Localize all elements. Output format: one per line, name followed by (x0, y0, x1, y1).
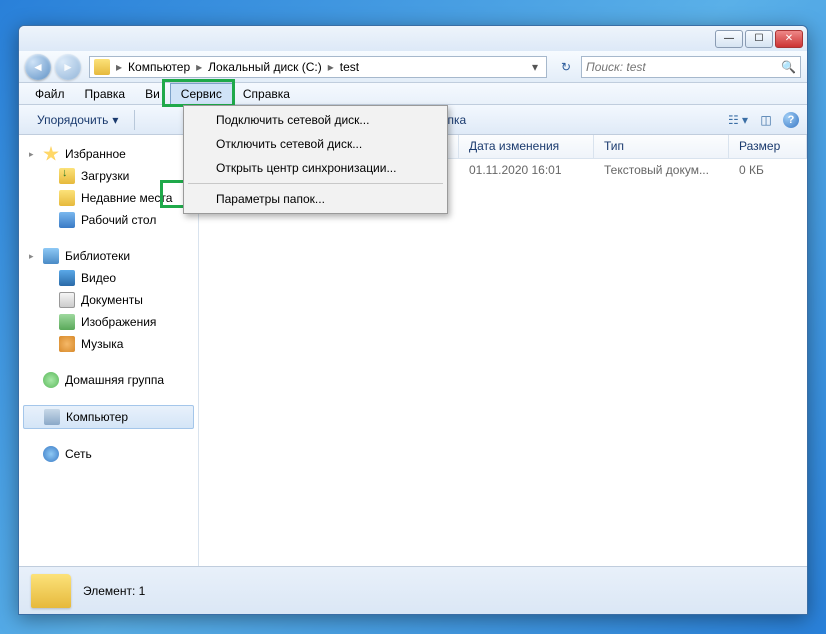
document-icon (59, 292, 75, 308)
status-text: Элемент: 1 (83, 584, 145, 598)
preview-pane-button[interactable]: ◫ (755, 109, 777, 131)
breadcrumb-item[interactable]: Компьютер (124, 60, 194, 74)
collapse-icon: ▸ (29, 251, 34, 262)
breadcrumb-item[interactable]: test (336, 60, 363, 74)
homegroup-icon (43, 372, 59, 388)
file-size: 0 КБ (729, 161, 807, 181)
sidebar-favorites[interactable]: ▸Избранное (19, 143, 198, 165)
navigation-pane: ▸Избранное Загрузки Недавние места Рабоч… (19, 135, 199, 566)
menu-file[interactable]: Файл (25, 83, 75, 104)
view-options-button[interactable]: ☷ ▾ (727, 109, 749, 131)
menu-bar: Файл Правка Ви Сервис Справка (19, 83, 807, 105)
star-icon (43, 146, 59, 162)
search-icon[interactable]: 🔍 (781, 60, 796, 74)
close-button[interactable]: ✕ (775, 30, 803, 48)
column-date[interactable]: Дата изменения (459, 135, 594, 158)
status-bar: Элемент: 1 (19, 566, 807, 614)
sidebar-documents[interactable]: Документы (19, 289, 198, 311)
library-icon (43, 248, 59, 264)
recent-icon (59, 190, 75, 206)
help-icon[interactable]: ? (783, 112, 799, 128)
menu-help[interactable]: Справка (233, 83, 300, 104)
sidebar-pictures[interactable]: Изображения (19, 311, 198, 333)
folder-icon (31, 574, 71, 608)
column-size[interactable]: Размер (729, 135, 807, 158)
column-type[interactable]: Тип (594, 135, 729, 158)
search-input[interactable] (586, 60, 777, 74)
breadcrumb-dropdown[interactable]: ▾ (528, 60, 542, 74)
file-list[interactable]: 01.11.2020 16:01 Текстовый докум... 0 КБ (199, 159, 807, 566)
nav-bar: ◄ ► ▸ Компьютер ▸ Локальный диск (C:) ▸ … (19, 51, 807, 83)
menu-tools[interactable]: Сервис (170, 83, 233, 104)
organize-button[interactable]: Упорядочить ▾ (27, 111, 128, 129)
menu-map-drive[interactable]: Подключить сетевой диск... (186, 108, 445, 132)
separator (134, 110, 135, 130)
refresh-button[interactable]: ↻ (555, 56, 577, 78)
sidebar-computer[interactable]: Компьютер (23, 405, 194, 429)
file-type: Текстовый докум... (594, 161, 729, 181)
menu-view[interactable]: Ви (135, 83, 170, 104)
sidebar-desktop[interactable]: Рабочий стол (19, 209, 198, 231)
menu-sync-center[interactable]: Открыть центр синхронизации... (186, 156, 445, 180)
sidebar-libraries[interactable]: ▸Библиотеки (19, 245, 198, 267)
forward-button[interactable]: ► (55, 54, 81, 80)
image-icon (59, 314, 75, 330)
menu-separator (188, 183, 443, 184)
address-bar[interactable]: ▸ Компьютер ▸ Локальный диск (C:) ▸ test… (89, 56, 547, 78)
breadcrumb-item[interactable]: Локальный диск (C:) (204, 60, 326, 74)
search-box[interactable]: 🔍 (581, 56, 801, 78)
chevron-right-icon: ▸ (196, 60, 202, 74)
file-date: 01.11.2020 16:01 (459, 161, 594, 181)
menu-edit[interactable]: Правка (75, 83, 136, 104)
sidebar-downloads[interactable]: Загрузки (19, 165, 198, 187)
folder-icon (94, 59, 110, 75)
collapse-icon: ▸ (29, 149, 34, 160)
chevron-right-icon: ▸ (328, 60, 334, 74)
sidebar-homegroup[interactable]: Домашняя группа (19, 369, 198, 391)
downloads-icon (59, 168, 75, 184)
back-button[interactable]: ◄ (25, 54, 51, 80)
sidebar-videos[interactable]: Видео (19, 267, 198, 289)
desktop-icon (59, 212, 75, 228)
menu-folder-options[interactable]: Параметры папок... (186, 187, 445, 211)
sidebar-network[interactable]: Сеть (19, 443, 198, 465)
titlebar: — ☐ ✕ (19, 26, 807, 51)
computer-icon (44, 409, 60, 425)
music-icon (59, 336, 75, 352)
sidebar-music[interactable]: Музыка (19, 333, 198, 355)
tools-dropdown: Подключить сетевой диск... Отключить сет… (183, 105, 448, 214)
minimize-button[interactable]: — (715, 30, 743, 48)
chevron-down-icon: ▾ (112, 113, 118, 127)
chevron-right-icon: ▸ (116, 60, 122, 74)
network-icon (43, 446, 59, 462)
menu-disconnect-drive[interactable]: Отключить сетевой диск... (186, 132, 445, 156)
sidebar-recent[interactable]: Недавние места (19, 187, 198, 209)
maximize-button[interactable]: ☐ (745, 30, 773, 48)
explorer-window: — ☐ ✕ ◄ ► ▸ Компьютер ▸ Локальный диск (… (18, 25, 808, 615)
video-icon (59, 270, 75, 286)
